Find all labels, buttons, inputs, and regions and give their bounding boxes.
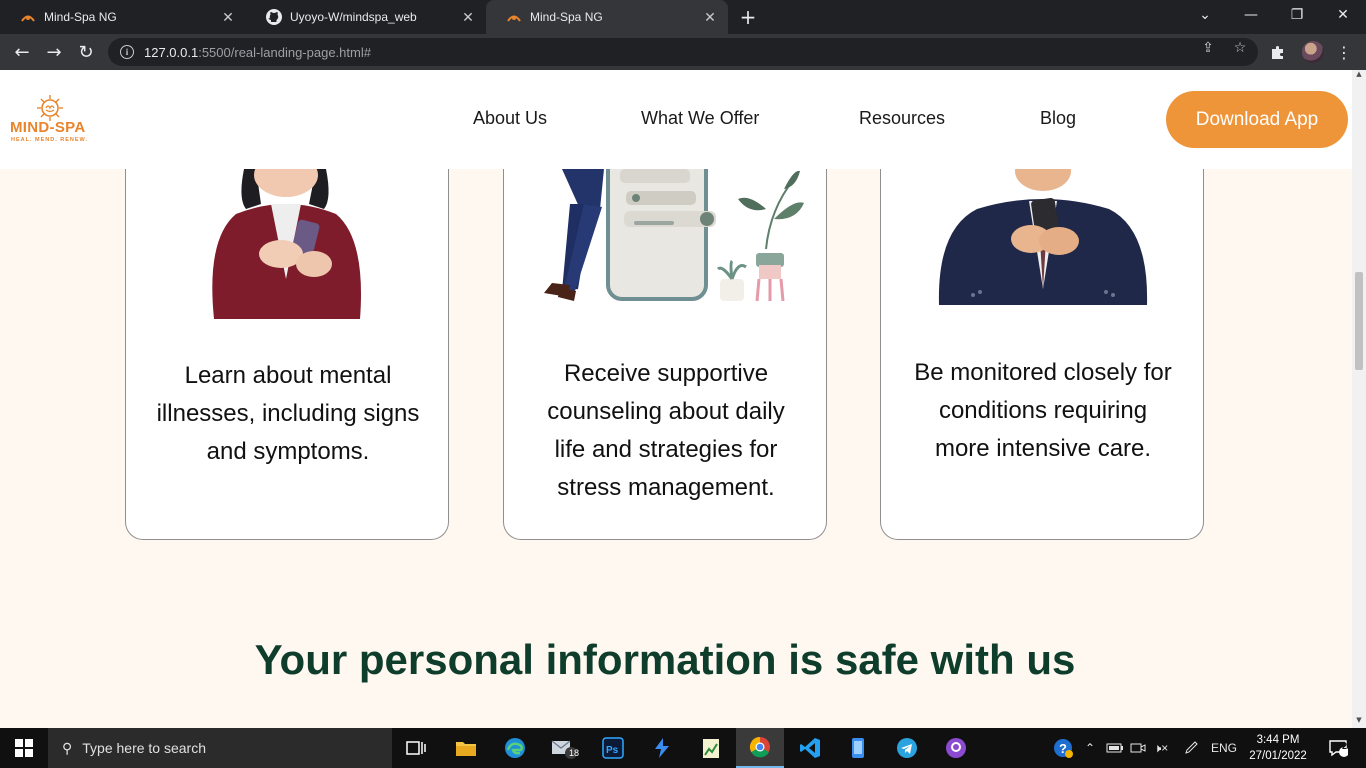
browser-menu-icon[interactable]: ⋮ bbox=[1336, 42, 1352, 62]
tab-mindspa-1[interactable]: Mind-Spa NG ✕ bbox=[0, 0, 246, 34]
task-view-icon[interactable] bbox=[392, 728, 440, 768]
new-tab-button[interactable]: + bbox=[736, 5, 760, 29]
mindspa-favicon-icon bbox=[506, 9, 522, 25]
bookmark-star-icon[interactable]: ☆ bbox=[1232, 40, 1248, 56]
logo-wordmark: MIND-SPA bbox=[10, 119, 86, 136]
tab-mindspa-active[interactable]: Mind-Spa NG ✕ bbox=[486, 0, 728, 34]
tab-title: Mind-Spa NG bbox=[530, 10, 603, 24]
mail-icon[interactable]: 18 bbox=[540, 728, 588, 768]
show-hidden-icons-chevron-icon[interactable]: ⌃ bbox=[1080, 728, 1100, 768]
nav-about-us[interactable]: About Us bbox=[473, 108, 547, 129]
tab-github[interactable]: Uyoyo-W/mindspa_web ✕ bbox=[246, 0, 486, 34]
man-in-suit-with-phone-illustration bbox=[881, 151, 1205, 319]
woman-with-phone-illustration bbox=[126, 153, 450, 319]
url-path: :5500/real-landing-page.html# bbox=[198, 44, 371, 60]
speaker-muted-icon[interactable]: 🕨× bbox=[1151, 728, 1171, 768]
camera-icon[interactable] bbox=[1128, 728, 1148, 768]
taskbar-search-box[interactable]: ⚲ Type here to search bbox=[48, 728, 392, 768]
tab-search-chevron-icon[interactable]: ⌄ bbox=[1182, 0, 1228, 30]
notification-center-icon[interactable]: 2 bbox=[1318, 728, 1358, 768]
close-window-button[interactable]: ✕ bbox=[1320, 0, 1366, 30]
page-scrollbar[interactable]: ▲ ▼ bbox=[1352, 70, 1366, 728]
mindspa-logo[interactable]: MIND-SPA HEAL. MEND. RENEW. bbox=[10, 94, 92, 146]
notepad-app-icon[interactable] bbox=[687, 728, 735, 768]
nav-resources[interactable]: Resources bbox=[859, 108, 945, 129]
github-favicon-icon bbox=[266, 9, 282, 25]
man-leaning-on-phone-illustration bbox=[504, 147, 828, 319]
reload-icon[interactable]: ↻ bbox=[72, 38, 100, 66]
tab-title: Uyoyo-W/mindspa_web bbox=[290, 10, 417, 24]
scrollbar-thumb[interactable] bbox=[1355, 272, 1363, 370]
download-app-button[interactable]: Download App bbox=[1166, 91, 1348, 148]
pen-icon[interactable] bbox=[1180, 728, 1202, 768]
telegram-icon[interactable] bbox=[883, 728, 931, 768]
mindspa-favicon-icon bbox=[20, 9, 36, 25]
bolt-app-icon[interactable] bbox=[638, 728, 686, 768]
url-host: 127.0.0.1 bbox=[144, 44, 199, 60]
search-placeholder: Type here to search bbox=[82, 740, 207, 756]
battery-icon[interactable] bbox=[1104, 728, 1126, 768]
card-text: Receive supportive counseling about dail… bbox=[547, 360, 785, 501]
minimize-button[interactable]: — bbox=[1228, 0, 1274, 30]
windows-start-icon[interactable] bbox=[0, 728, 48, 768]
scroll-up-icon[interactable]: ▲ bbox=[1355, 70, 1363, 78]
site-info-icon[interactable]: i bbox=[120, 45, 134, 59]
tab-close-icon[interactable]: ✕ bbox=[700, 7, 720, 27]
help-icon[interactable]: ? bbox=[1050, 728, 1076, 768]
share-icon[interactable]: ⇪ bbox=[1200, 40, 1216, 56]
chrome-icon[interactable] bbox=[736, 728, 784, 768]
extensions-puzzle-icon[interactable] bbox=[1268, 42, 1288, 62]
restore-button[interactable]: ❐ bbox=[1274, 0, 1320, 30]
logo-tagline: HEAL. MEND. RENEW. bbox=[11, 137, 88, 143]
file-explorer-icon[interactable] bbox=[442, 728, 490, 768]
scroll-down-icon[interactable]: ▼ bbox=[1355, 716, 1363, 724]
profile-avatar[interactable] bbox=[1302, 41, 1324, 63]
svg-text:Ps: Ps bbox=[606, 745, 619, 756]
vscode-icon[interactable] bbox=[786, 728, 834, 768]
browser-toolbar: ← → ↻ i 127.0.0.1:5500/real-landing-page… bbox=[0, 34, 1366, 70]
phone-app-icon[interactable] bbox=[834, 728, 882, 768]
photoshop-icon[interactable]: Ps bbox=[589, 728, 637, 768]
url-text[interactable]: 127.0.0.1:5500/real-landing-page.html# bbox=[144, 45, 371, 60]
back-arrow-icon[interactable]: ← bbox=[8, 38, 36, 66]
edge-browser-icon[interactable] bbox=[491, 728, 539, 768]
mail-badge: 18 bbox=[569, 748, 580, 758]
card-text: Be monitored closely for conditions requ… bbox=[914, 359, 1172, 462]
site-header: MIND-SPA HEAL. MEND. RENEW. About Us Wha… bbox=[0, 70, 1352, 169]
tab-close-icon[interactable]: ✕ bbox=[218, 7, 238, 27]
notification-count: 2 bbox=[1342, 741, 1348, 751]
nav-what-we-offer[interactable]: What We Offer bbox=[641, 108, 759, 129]
clock-date: 27/01/2022 bbox=[1249, 750, 1307, 762]
card-text: Learn about mental illnesses, including … bbox=[156, 362, 420, 465]
address-bar[interactable]: i 127.0.0.1:5500/real-landing-page.html# bbox=[108, 38, 1258, 66]
tab-title: Mind-Spa NG bbox=[44, 10, 117, 24]
tab-close-icon[interactable]: ✕ bbox=[458, 7, 478, 27]
windows-taskbar: ⚲ Type here to search 18 Ps ? ⌃ 🕨× ENG 3… bbox=[0, 728, 1366, 768]
nav-blog[interactable]: Blog bbox=[1040, 108, 1076, 129]
taskbar-clock[interactable]: 3:44 PM 27/01/2022 bbox=[1244, 732, 1312, 764]
sun-brain-icon bbox=[37, 95, 63, 121]
clock-time: 3:44 PM bbox=[1256, 734, 1300, 746]
tab-strip: Mind-Spa NG ✕ Uyoyo-W/mindspa_web ✕ Mind… bbox=[0, 0, 1366, 34]
page-viewport: Learn about mental illnesses, including … bbox=[0, 70, 1352, 728]
search-icon: ⚲ bbox=[62, 739, 73, 756]
github-desktop-icon[interactable] bbox=[932, 728, 980, 768]
forward-arrow-icon[interactable]: → bbox=[40, 38, 68, 66]
language-indicator[interactable]: ENG bbox=[1206, 728, 1242, 768]
section-title: Your personal information is safe with u… bbox=[254, 636, 1076, 683]
